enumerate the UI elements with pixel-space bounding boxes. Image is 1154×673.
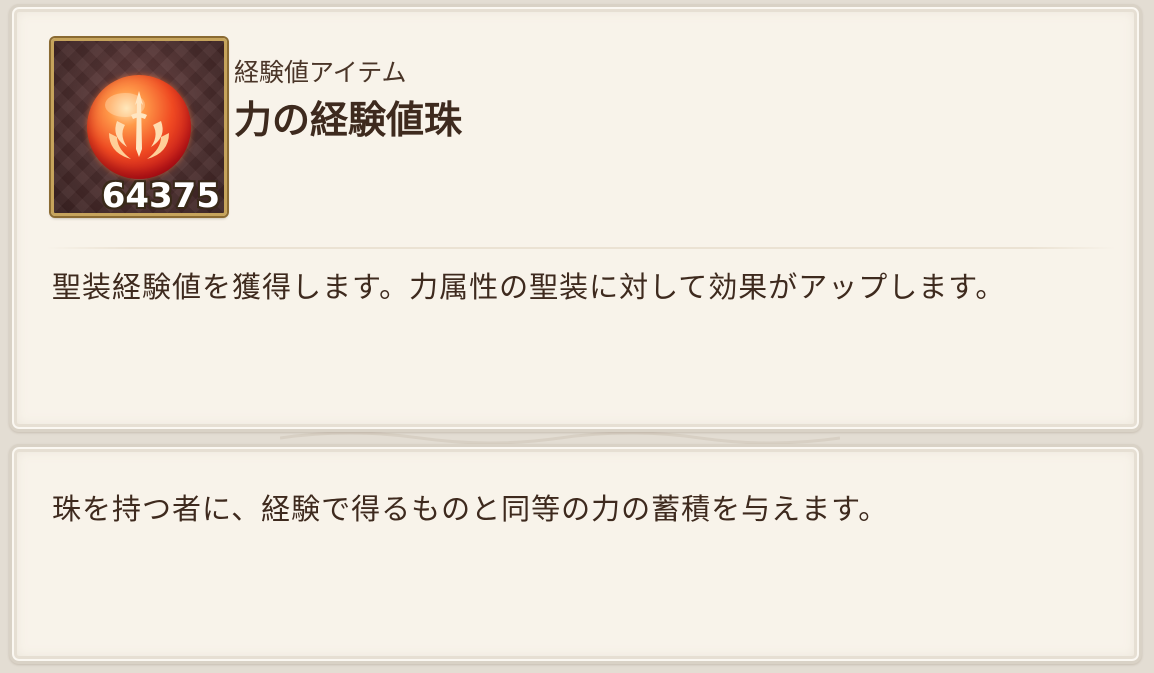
item-icon-frame: 64375 <box>51 38 227 216</box>
item-description: 聖装経験値を獲得します。力属性の聖装に対して効果がアップします。 <box>52 270 1006 304</box>
power-exp-orb-icon <box>87 75 191 179</box>
item-name: 力の経験値珠 <box>234 98 463 142</box>
item-count: 64375 <box>101 176 220 216</box>
divider <box>46 247 1116 249</box>
item-category: 経験値アイテム <box>234 58 407 87</box>
flavor-text: 珠を持つ者に、経験で得るものと同等の力の蓄積を与えます。 <box>52 492 889 526</box>
flavor-text-panel: 珠を持つ者に、経験で得るものと同等の力の蓄積を与えます。 <box>9 444 1142 664</box>
item-info-panel: 64375 経験値アイテム 力の経験値珠 聖装経験値を獲得します。力属性の聖装に… <box>9 4 1142 432</box>
